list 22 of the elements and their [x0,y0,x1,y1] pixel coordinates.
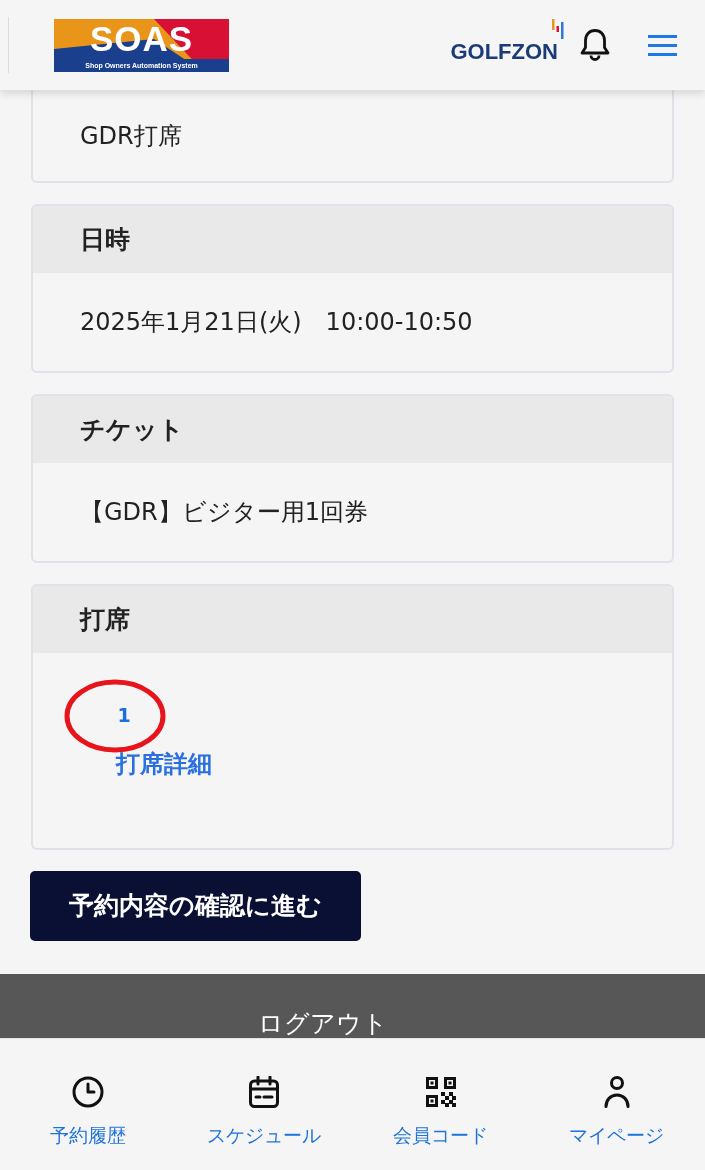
nav-item[interactable]: 予約履歴 [0,1075,177,1150]
section-value: 2025年1月21日(火) 10:00-10:50 [80,307,473,338]
seat-number-link[interactable]: 1 [117,705,131,725]
card-title: チケット [80,413,184,446]
qr-code-icon [425,1077,456,1107]
brand-logo-text: GOLFZON [450,41,558,63]
notification-bell-icon[interactable] [580,28,610,62]
nav-item[interactable]: スケジュール [176,1075,353,1150]
card-title: 日時 [80,223,130,256]
calendar-icon [249,1076,280,1108]
logout-link[interactable]: ログアウト [257,1011,388,1036]
nav-item[interactable]: 会員コード [352,1075,529,1150]
nav-item[interactable]: マイページ [528,1075,705,1150]
bars-icon [552,19,564,39]
proceed-button[interactable]: 予約内容の確認に進む [30,871,361,941]
seat-detail-link[interactable]: 打席詳細 [116,752,212,776]
section-value: 【GDR】ビジター用1回券 [80,497,369,528]
section-value: GDR打席 [80,120,182,152]
card-title: 打席 [80,603,130,636]
menu-icon[interactable] [648,34,677,56]
clock-icon [72,1076,105,1108]
user-icon [603,1076,630,1108]
